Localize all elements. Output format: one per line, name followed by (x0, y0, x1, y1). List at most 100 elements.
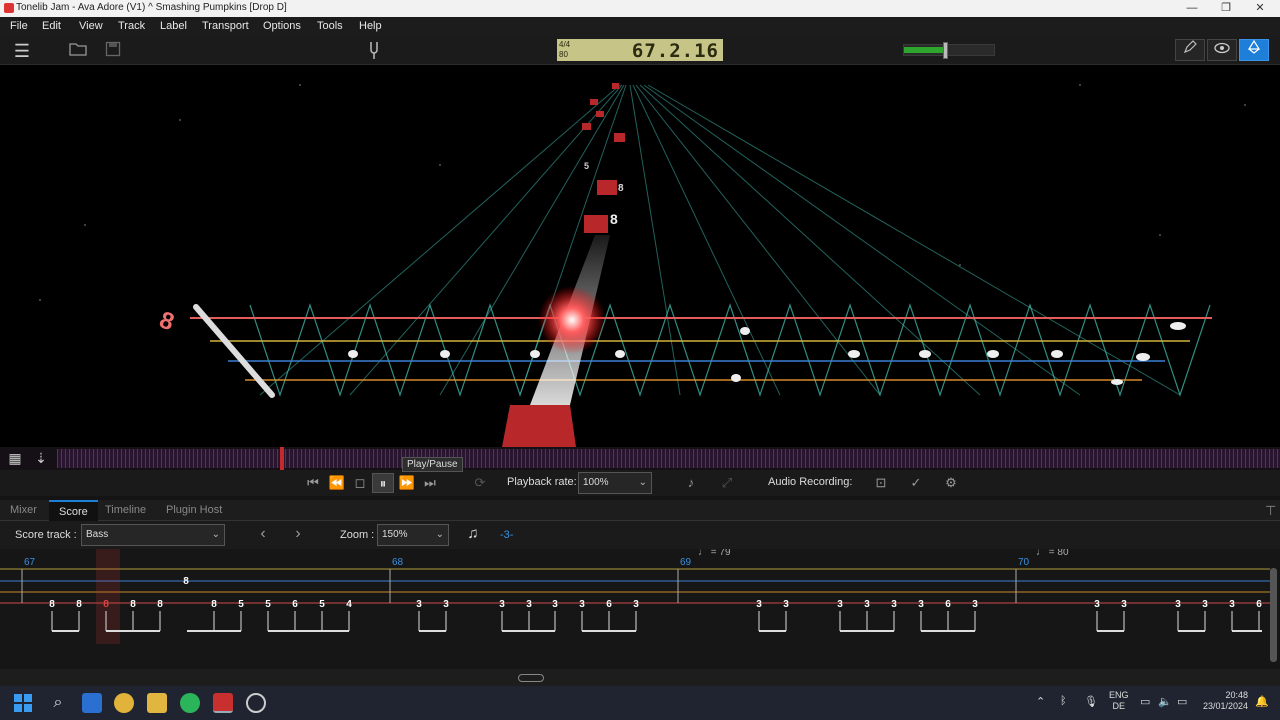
tab-plugin-host[interactable]: Plugin Host (156, 500, 232, 521)
tab-note[interactable]: 6 (292, 599, 298, 610)
tab-note[interactable]: 6 (606, 599, 612, 610)
open-folder-icon[interactable] (68, 41, 88, 61)
battery-icon[interactable]: ▭ (1177, 695, 1187, 708)
tab-note[interactable]: 3 (1121, 599, 1127, 610)
timeline-bars[interactable] (57, 449, 1280, 468)
measure-number[interactable]: 67 (24, 557, 36, 568)
stop-icon[interactable]: ◻ (349, 473, 371, 493)
tab-note[interactable]: 3 (783, 599, 789, 610)
view-mode-button[interactable] (1207, 39, 1237, 61)
metronome-icon[interactable]: ♪ (680, 473, 702, 493)
film-reel-icon[interactable] (246, 693, 266, 713)
checkmark-icon[interactable]: ✓ (905, 473, 927, 493)
tab-note[interactable]: 8 (130, 599, 136, 610)
tab-score[interactable]: Score (49, 500, 98, 521)
pencil-mode-button[interactable] (1175, 39, 1205, 61)
tab-note[interactable]: 3 (1175, 599, 1181, 610)
tab-note[interactable]: 3 (499, 599, 505, 610)
tab-note[interactable]: 5 (319, 599, 325, 610)
maximize-button[interactable]: ❐ (1209, 0, 1243, 17)
play-pause-icon[interactable]: ⏸ (372, 473, 394, 493)
tab-note[interactable]: 3 (972, 599, 978, 610)
menu-help[interactable]: Help (359, 20, 382, 32)
score-view[interactable]: 67 68 69 ♩ = 79 70 ♩ = 80 8 8 8 8 8 8 8 5 5 6 5 4 3 3 3 3 3 3 6… (0, 549, 1280, 669)
tab-note[interactable]: 8 (211, 599, 217, 610)
pin-icon[interactable]: ⊤ (1255, 500, 1280, 521)
microphone-icon[interactable]: 🎙 (1084, 695, 1098, 708)
music-note-icon[interactable]: ♫ (462, 524, 484, 544)
tab-note[interactable]: 8 (157, 599, 163, 610)
tab-note[interactable]: 3 (756, 599, 762, 610)
menu-tools[interactable]: Tools (317, 20, 343, 32)
transpose-value[interactable]: -3- (500, 529, 513, 541)
tab-note[interactable]: 5 (265, 599, 271, 610)
scrollbar-thumb[interactable] (518, 674, 544, 682)
previous-track-icon[interactable]: ‹ (252, 524, 274, 544)
menu-track[interactable]: Track (118, 20, 145, 32)
search-icon[interactable]: ⌕ (48, 693, 68, 713)
hamburger-icon[interactable]: ☰ (12, 41, 32, 61)
tab-note[interactable]: 6 (1256, 599, 1262, 610)
tab-note[interactable]: 8 (103, 599, 109, 610)
horizontal-scrollbar[interactable] (0, 669, 1280, 686)
tab-timeline[interactable]: Timeline (95, 500, 156, 521)
tab-note[interactable]: 3 (633, 599, 639, 610)
rewind-icon[interactable]: ⏪ (326, 473, 348, 493)
timeline-playhead[interactable] (280, 447, 284, 470)
outlook-icon[interactable] (82, 693, 102, 713)
tab-note[interactable]: 4 (346, 599, 352, 610)
menu-file[interactable]: File (10, 20, 28, 32)
tab-note[interactable]: 3 (837, 599, 843, 610)
tab-note[interactable]: 3 (443, 599, 449, 610)
notification-bell-icon[interactable]: 🔔 (1255, 695, 1269, 708)
minimize-button[interactable]: — (1175, 0, 1209, 17)
chrome-icon[interactable] (114, 693, 134, 713)
file-explorer-icon[interactable] (147, 693, 167, 713)
measure-number[interactable]: 70 (1018, 557, 1030, 568)
whatsapp-icon[interactable] (180, 693, 200, 713)
fast-forward-icon[interactable]: ⏩ (396, 473, 418, 493)
tab-note[interactable]: 8 (76, 599, 82, 610)
score-track-select[interactable]: Bass ⌄ (81, 524, 225, 546)
language-indicator[interactable]: ENG DE (1109, 690, 1129, 712)
menu-view[interactable]: View (79, 20, 103, 32)
tab-note[interactable]: 3 (416, 599, 422, 610)
volume-icon[interactable]: 🔈 (1158, 695, 1172, 708)
playback-rate-select[interactable]: 100% ⌄ (578, 472, 652, 494)
record-icon[interactable]: ⊡ (870, 473, 892, 493)
save-icon[interactable] (103, 41, 123, 61)
tab-note[interactable]: 3 (864, 599, 870, 610)
tab-note[interactable]: 5 (238, 599, 244, 610)
tab-note[interactable]: 3 (1202, 599, 1208, 610)
menu-transport[interactable]: Transport (202, 20, 249, 32)
volume-slider-handle[interactable] (942, 42, 948, 59)
next-track-icon[interactable]: › (287, 524, 309, 544)
measure-number[interactable]: 68 (392, 557, 404, 568)
tab-note[interactable]: 3 (1094, 599, 1100, 610)
tab-note[interactable]: 8 (49, 599, 55, 610)
tab-note[interactable]: 8 (183, 576, 189, 587)
measure-number[interactable]: 69 (680, 557, 692, 568)
tab-mixer[interactable]: Mixer (0, 500, 47, 521)
tonelib-jam-taskbar-icon[interactable] (213, 693, 233, 713)
song-timeline-strip[interactable]: ▦ ⇣ (0, 447, 1280, 470)
3d-view-button[interactable] (1239, 39, 1269, 61)
tab-note[interactable]: 3 (579, 599, 585, 610)
close-button[interactable]: ✕ (1243, 0, 1277, 17)
network-icon[interactable]: ▭ (1140, 695, 1150, 708)
menu-options[interactable]: Options (263, 20, 301, 32)
tab-note[interactable]: 3 (891, 599, 897, 610)
clock[interactable]: 20:48 23/01/2024 (1200, 690, 1248, 712)
count-in-icon[interactable]: ⤢ (716, 473, 738, 493)
tuner-fork-icon[interactable] (364, 41, 384, 61)
go-to-end-icon[interactable]: ⏭ (419, 473, 441, 493)
tab-note[interactable]: 6 (945, 599, 951, 610)
tab-note[interactable]: 3 (526, 599, 532, 610)
zoom-select[interactable]: 150% ⌄ (377, 524, 449, 546)
go-to-start-icon[interactable]: ⏮ (302, 473, 324, 493)
tab-note[interactable]: 3 (918, 599, 924, 610)
loop-icon[interactable]: ⟳ (469, 473, 491, 493)
tab-note[interactable]: 3 (552, 599, 558, 610)
recording-settings-icon[interactable]: ⚙ (940, 473, 962, 493)
menu-label[interactable]: Label (160, 20, 187, 32)
